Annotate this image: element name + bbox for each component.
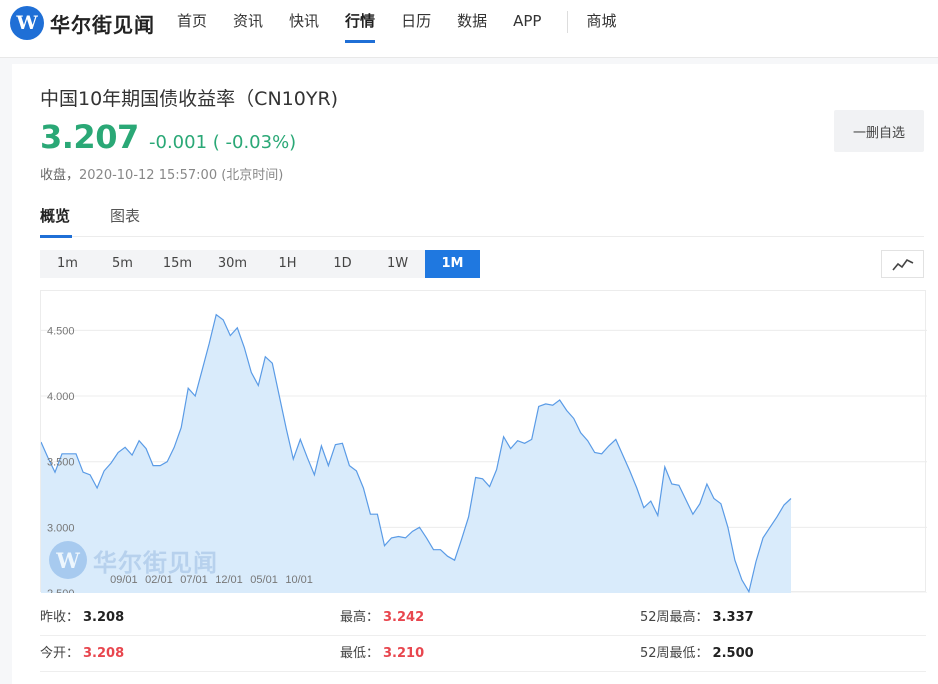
nav-item-mall[interactable]: 商城: [586, 0, 616, 58]
period-1W[interactable]: 1W: [370, 250, 425, 278]
tab-overview[interactable]: 概览: [40, 205, 73, 238]
top-navigation: W 华尔街见闻 首页 资讯 快讯 行情 日历 数据 APP 商城: [0, 0, 938, 58]
last-price: 3.207: [40, 118, 139, 156]
nav-item-1[interactable]: 资讯: [233, 0, 263, 58]
quote-stats: 昨收： 3.208 最高： 3.242 52周最高： 3.337 今开： 3.208 最低： 3.…: [40, 600, 926, 672]
stat-value: 3.210: [383, 646, 425, 661]
period-1m[interactable]: 1m: [40, 250, 95, 278]
stat-item: 昨收： 3.208: [40, 600, 340, 636]
stat-label: 52周最低：: [640, 646, 709, 661]
period-selector: 1m 5m 15m 30m 1H 1D 1W 1M: [40, 250, 480, 278]
period-15m[interactable]: 15m: [150, 250, 205, 278]
nav-item-6[interactable]: APP: [513, 0, 541, 58]
status-time: 2020-10-12 15:57:00 (北京时间): [79, 168, 284, 183]
nav-item-0[interactable]: 首页: [177, 0, 207, 58]
stat-item: 52周最高： 3.337: [640, 600, 926, 636]
stats-row: 昨收： 3.208 最高： 3.242 52周最高： 3.337: [40, 600, 926, 636]
period-5m[interactable]: 5m: [95, 250, 150, 278]
nav-item-3[interactable]: 行情: [345, 0, 376, 58]
status-label: 收盘，: [40, 168, 80, 183]
stat-item: 最高： 3.242: [340, 600, 640, 636]
period-1D[interactable]: 1D: [315, 250, 370, 278]
stat-label: 52周最高：: [640, 610, 709, 625]
view-tabs: 概览 图表: [40, 205, 924, 238]
stat-value: 3.208: [83, 646, 125, 661]
nav-divider: [567, 11, 569, 33]
stat-item: 最低： 3.210: [340, 636, 640, 672]
y-tick-label: 3.000: [47, 522, 75, 534]
instrument-title: 中国10年期国债收益率（CN10YR): [40, 88, 339, 110]
period-1M[interactable]: 1M: [425, 250, 480, 278]
quote-panel: 中国10年期国债收益率（CN10YR) 3.207 -0.001 ( -0.03…: [12, 64, 938, 684]
stat-value: 2.500: [712, 646, 754, 661]
price-chart: 4.5004.0003.5003.0002.50009/0102/0107/01…: [40, 290, 927, 593]
logo-mark-icon: W: [10, 6, 44, 40]
stat-label: 今开：: [40, 646, 80, 661]
nav-item-2[interactable]: 快讯: [289, 0, 319, 58]
x-tick-label: 05/01: [250, 574, 278, 586]
y-tick-label: 2.500: [47, 588, 75, 593]
nav-item-5[interactable]: 数据: [457, 0, 487, 58]
stat-value: 3.208: [83, 610, 125, 625]
x-tick-label: 10/01: [285, 574, 313, 586]
watermark-text: 华尔街见闻: [93, 547, 218, 577]
y-tick-label: 4.000: [47, 391, 75, 403]
site-name: 华尔街见闻: [50, 12, 155, 37]
stat-value: 3.242: [383, 610, 425, 625]
stats-row: 今开： 3.208 最低： 3.210 52周最低： 2.500: [40, 636, 926, 672]
nav-item-4[interactable]: 日历: [401, 0, 431, 58]
site-logo[interactable]: W 华尔街见闻: [10, 6, 155, 40]
watermark-logo-icon: W: [49, 541, 87, 579]
y-tick-label: 3.500: [47, 457, 75, 469]
main-nav: 首页 资讯 快讯 行情 日历 数据 APP 商城: [177, 0, 642, 58]
period-1H[interactable]: 1H: [260, 250, 315, 278]
stat-item: 今开： 3.208: [40, 636, 340, 672]
line-chart-icon: [891, 258, 913, 271]
y-tick-label: 4.500: [47, 325, 75, 337]
chart-type-toggle[interactable]: [881, 250, 924, 278]
price-change: -0.001 ( -0.03%): [149, 132, 297, 153]
remove-watchlist-button[interactable]: 一删自选: [834, 110, 924, 152]
x-tick-label: 12/01: [215, 574, 243, 586]
period-30m[interactable]: 30m: [205, 250, 260, 278]
stat-label: 最高：: [340, 610, 380, 625]
market-status: 收盘，2020-10-12 15:57:00 (北京时间): [40, 164, 283, 183]
watermark: W 华尔街见闻: [49, 541, 218, 579]
stat-value: 3.337: [712, 610, 754, 625]
stat-item: 52周最低： 2.500: [640, 636, 926, 672]
tab-chart[interactable]: 图表: [110, 205, 140, 237]
stat-label: 昨收：: [40, 610, 80, 625]
stat-label: 最低：: [340, 646, 380, 661]
